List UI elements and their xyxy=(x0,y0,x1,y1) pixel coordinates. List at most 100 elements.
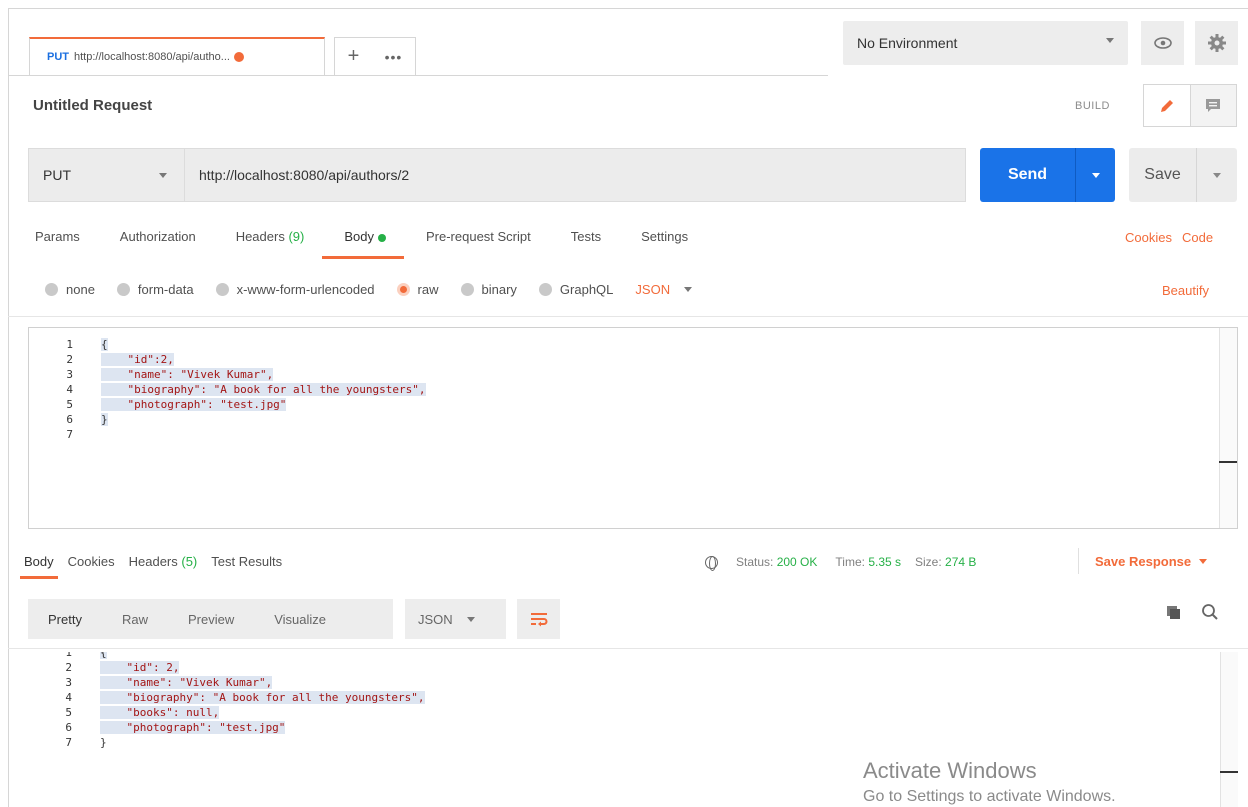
request-title[interactable]: Untitled Request xyxy=(33,97,152,114)
gear-icon xyxy=(1207,34,1226,52)
manage-environments-button[interactable] xyxy=(1195,21,1238,65)
line-number: 5 xyxy=(65,706,72,719)
radio-form-data[interactable]: form-data xyxy=(116,282,194,297)
cookies-link[interactable]: Cookies xyxy=(1125,230,1172,245)
divider xyxy=(8,648,1248,649)
editor-scrollbar[interactable] xyxy=(1219,328,1237,528)
radio-selected-icon xyxy=(396,283,410,296)
radio-icon xyxy=(538,283,552,296)
response-view-modes: Pretty Raw Preview Visualize xyxy=(28,599,393,639)
new-tab-button[interactable]: + xyxy=(348,45,360,68)
environment-select[interactable]: No Environment xyxy=(843,21,1128,65)
environment-value: No Environment xyxy=(857,35,958,51)
radio-none[interactable]: none xyxy=(45,282,95,297)
save-response-button[interactable]: Save Response xyxy=(1095,554,1208,569)
line-number: 1 xyxy=(66,338,73,351)
copy-icon[interactable] xyxy=(1166,605,1182,625)
body-format-value: JSON xyxy=(635,282,671,297)
response-tab-test-results[interactable]: Test Results xyxy=(211,554,282,569)
url-input[interactable] xyxy=(184,148,966,202)
wrap-lines-icon xyxy=(530,613,547,627)
code-line: "name": "Vivek Kumar", xyxy=(100,675,273,690)
code-line: } xyxy=(101,412,108,427)
response-tab-cookies[interactable]: Cookies xyxy=(68,554,115,569)
code-line-text: "biography": "A book for all the youngst… xyxy=(101,383,426,396)
body-indicator-icon xyxy=(377,233,386,242)
save-button[interactable]: Save xyxy=(1129,148,1196,202)
radio-raw[interactable]: raw xyxy=(396,282,439,297)
line-number: 7 xyxy=(65,736,72,749)
method-select[interactable]: PUT xyxy=(28,148,184,202)
globe-icon[interactable] xyxy=(705,555,718,571)
line-number: 5 xyxy=(66,398,73,411)
send-options-button[interactable] xyxy=(1075,148,1115,202)
code-line: "photograph": "test.jpg" xyxy=(100,720,286,735)
line-number: 7 xyxy=(66,428,73,441)
response-tab-headers[interactable]: Headers (5) xyxy=(129,554,198,569)
search-glyph xyxy=(1202,604,1218,620)
line-number: 4 xyxy=(65,691,72,704)
save-options-button[interactable] xyxy=(1196,148,1237,202)
time-value[interactable]: 5.35 s xyxy=(868,555,901,569)
size-value[interactable]: 274 B xyxy=(945,555,976,569)
tab-settings[interactable]: Settings xyxy=(641,229,688,259)
tab-params[interactable]: Params xyxy=(35,229,80,259)
view-raw-button[interactable]: Raw xyxy=(102,612,168,627)
tab-headers-label: Headers xyxy=(235,229,285,244)
body-type-options: none form-data x-www-form-urlencoded raw… xyxy=(45,282,693,297)
view-pretty-button[interactable]: Pretty xyxy=(28,612,102,627)
radio-graphql[interactable]: GraphQL xyxy=(538,282,614,297)
tab-actions: + ••• xyxy=(334,37,416,75)
radio-urlencoded[interactable]: x-www-form-urlencoded xyxy=(215,282,375,297)
response-format-select[interactable]: JSON xyxy=(405,599,506,639)
tab-headers[interactable]: Headers (9) xyxy=(236,229,305,259)
more-tabs-button[interactable]: ••• xyxy=(385,49,403,65)
radio-graphql-label: GraphQL xyxy=(559,282,614,297)
view-preview-button[interactable]: Preview xyxy=(168,612,254,627)
code-line-text: } xyxy=(100,736,107,749)
scroll-marker xyxy=(1219,461,1237,463)
response-scrollbar[interactable] xyxy=(1220,652,1238,807)
line-number: 2 xyxy=(65,661,72,674)
line-number: 3 xyxy=(65,676,72,689)
radio-binary[interactable]: binary xyxy=(460,282,517,297)
request-body-editor[interactable]: 1 2 3 4 5 6 7 { "id":2, "name": "Vivek K… xyxy=(28,327,1238,529)
chevron-down-icon xyxy=(1213,172,1221,178)
code-line-text: "name": "Vivek Kumar", xyxy=(101,368,274,381)
code-line-text: { xyxy=(101,338,108,351)
comments-button[interactable] xyxy=(1190,85,1236,126)
search-icon[interactable] xyxy=(1201,603,1219,626)
chevron-down-icon xyxy=(466,616,475,622)
comment-icon xyxy=(1206,98,1221,112)
divider xyxy=(8,316,1248,317)
beautify-link[interactable]: Beautify xyxy=(1162,283,1209,298)
pencil-icon xyxy=(1160,99,1173,112)
watermark-subtitle: Go to Settings to activate Windows. xyxy=(863,788,1116,805)
wrap-lines-button[interactable] xyxy=(517,599,560,639)
body-format-select[interactable]: JSON xyxy=(635,282,693,297)
request-tabs: Params Authorization Headers (9) Body Pr… xyxy=(35,229,728,259)
line-number: 6 xyxy=(66,413,73,426)
edit-button[interactable] xyxy=(1144,85,1191,126)
status-value[interactable]: 200 OK xyxy=(777,555,818,569)
environment-quick-look-button[interactable] xyxy=(1141,21,1184,65)
tab-body[interactable]: Body xyxy=(322,229,404,259)
tabbar-divider xyxy=(8,75,828,76)
code-line: "biography": "A book for all the youngst… xyxy=(100,690,425,705)
tab-prerequest-script[interactable]: Pre-request Script xyxy=(426,229,531,259)
request-tab[interactable]: PUT http://localhost:8080/api/autho... xyxy=(29,37,325,75)
code-line-text: "id":2, xyxy=(101,353,174,366)
code-line: "photograph": "test.jpg" xyxy=(101,397,287,412)
code-line-text: "id": 2, xyxy=(100,661,180,674)
response-tab-body[interactable]: Body xyxy=(20,554,58,579)
view-visualize-button[interactable]: Visualize xyxy=(254,612,346,627)
tab-tests[interactable]: Tests xyxy=(571,229,601,259)
line-number: 4 xyxy=(66,383,73,396)
tab-method: PUT xyxy=(47,51,69,63)
tab-authorization[interactable]: Authorization xyxy=(120,229,196,259)
send-button[interactable]: Send xyxy=(980,148,1075,202)
radio-binary-label: binary xyxy=(481,282,517,297)
code-link[interactable]: Code xyxy=(1182,230,1213,245)
radio-icon xyxy=(116,283,130,296)
code-line: "name": "Vivek Kumar", xyxy=(101,367,274,382)
